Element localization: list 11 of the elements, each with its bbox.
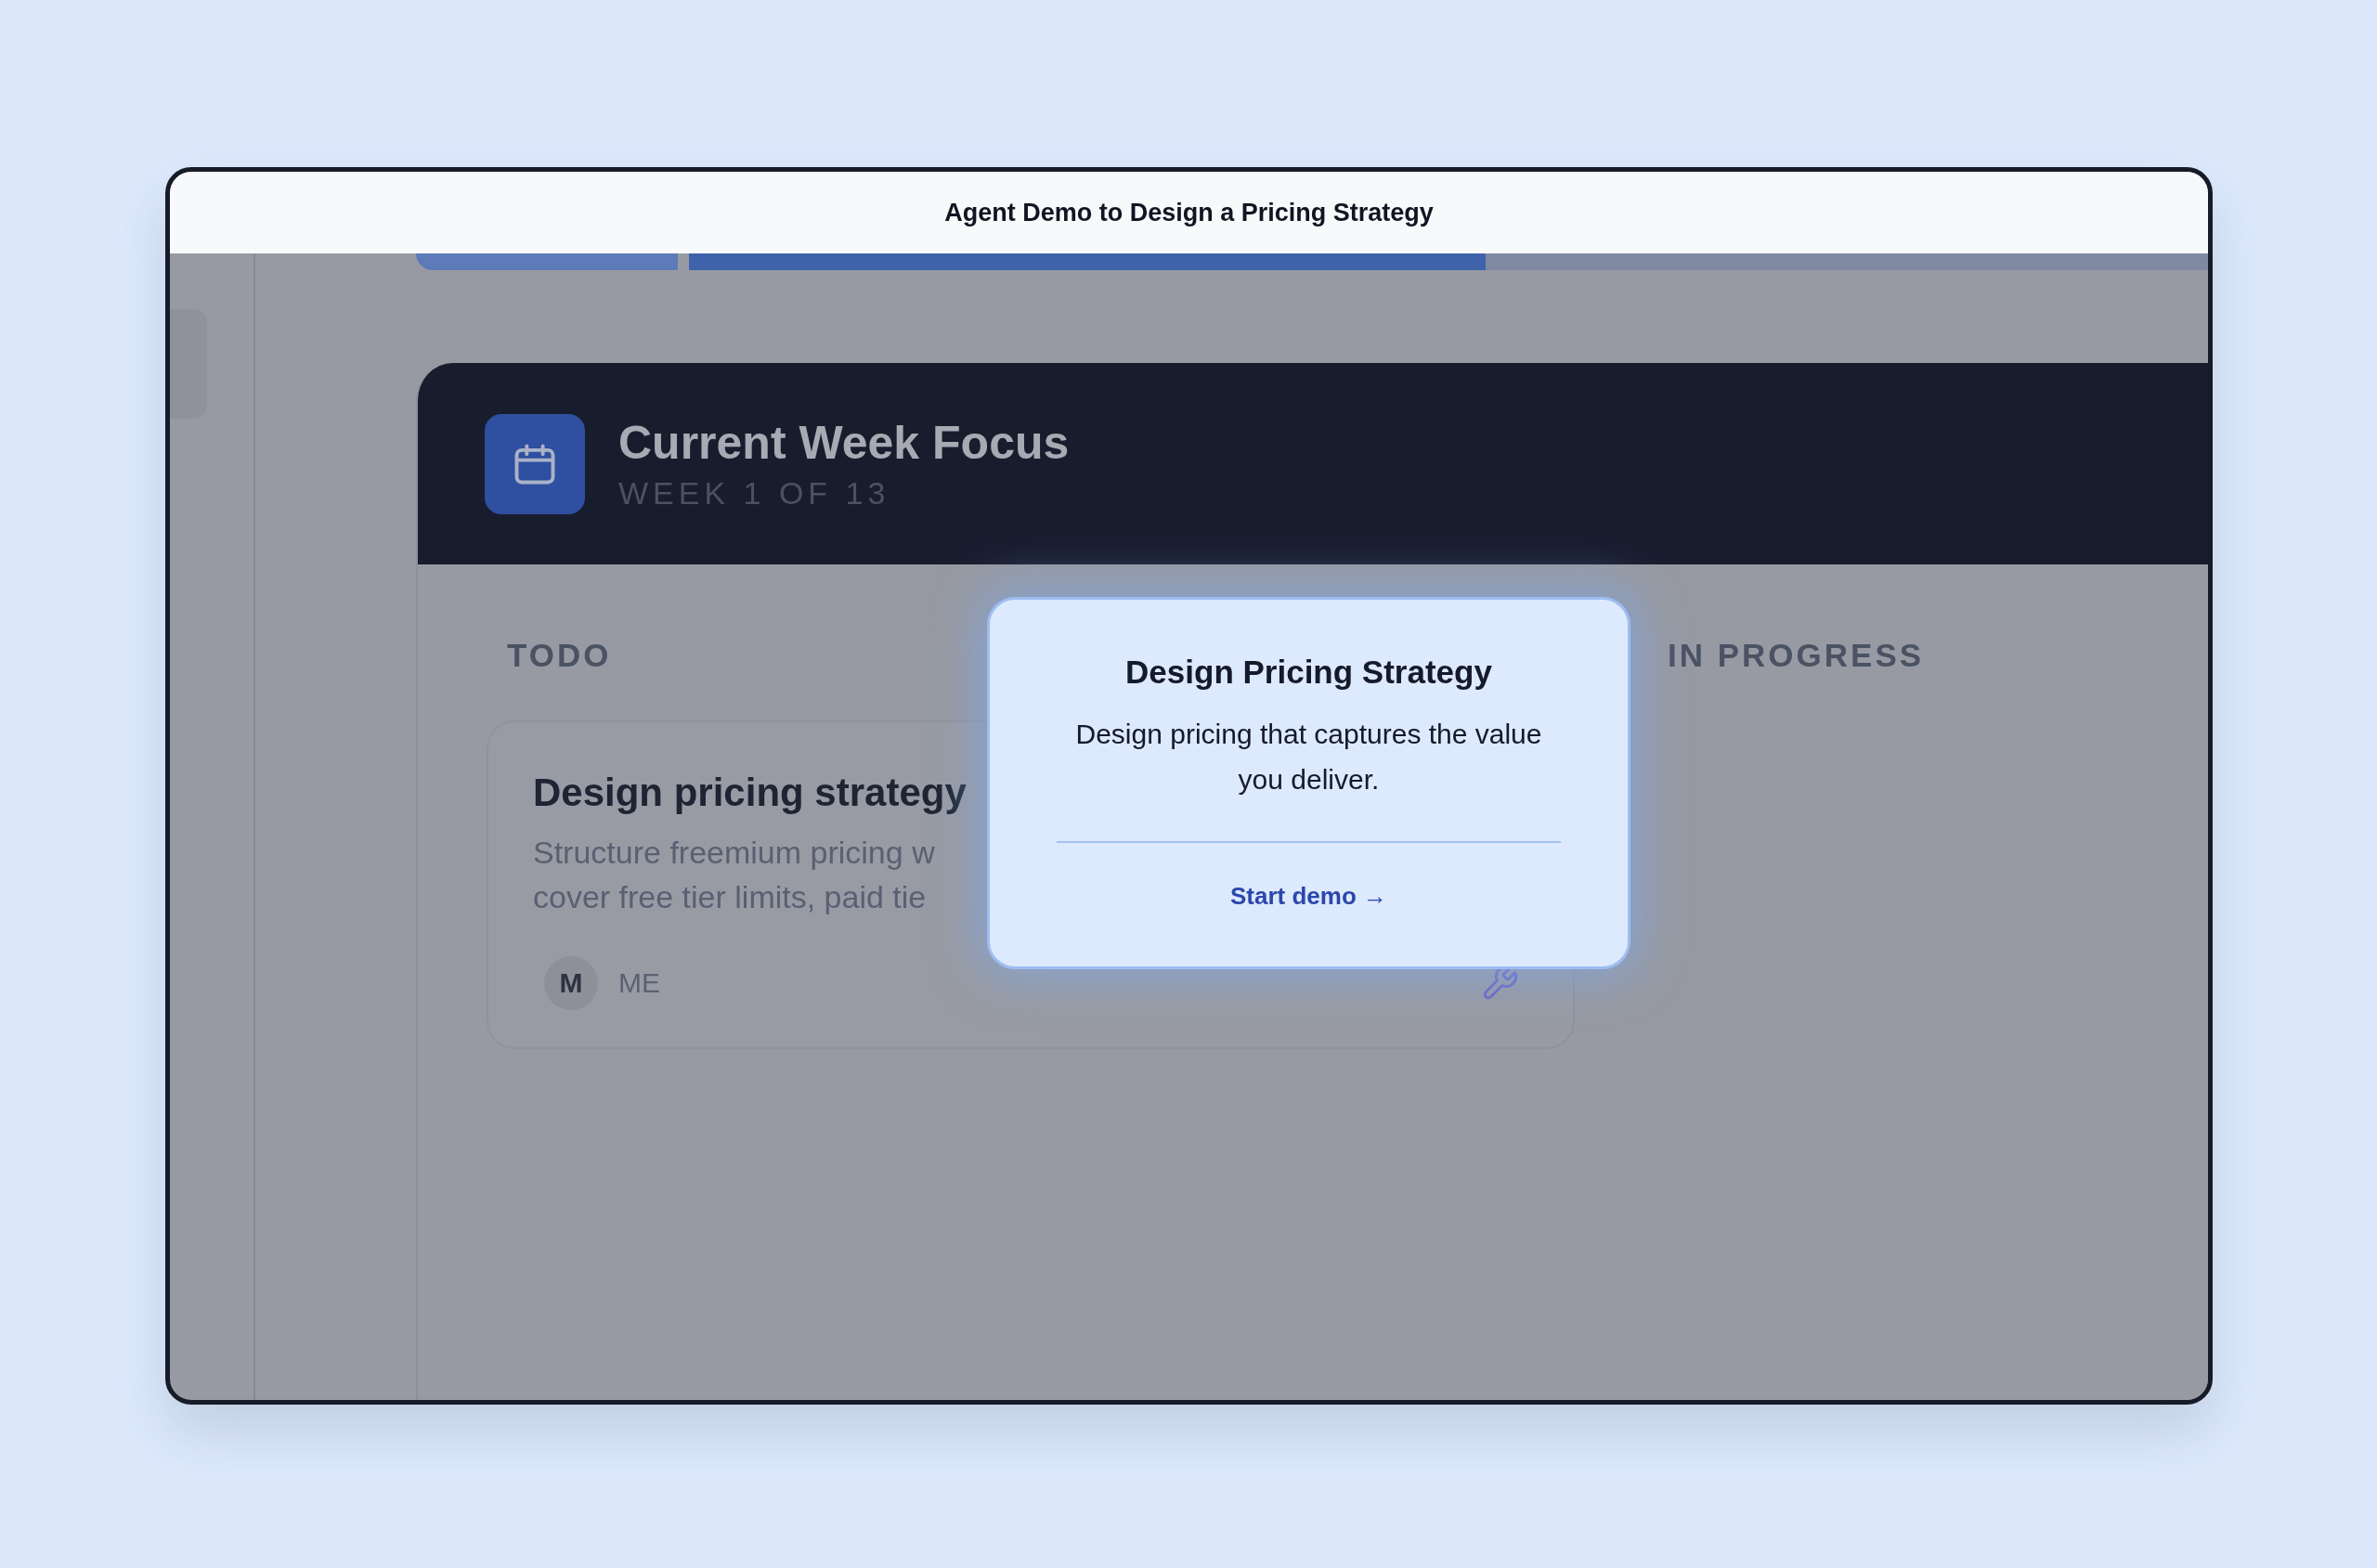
- task-description: Structure freemium pricing w: [533, 834, 935, 872]
- task-description: cover free tier limits, paid tie: [533, 878, 927, 916]
- card-title: Current Week Focus: [618, 416, 1070, 470]
- window-title: Agent Demo to Design a Pricing Strategy: [944, 198, 1434, 227]
- column-heading: TODO: [507, 637, 612, 674]
- task-title: Design pricing strategy: [533, 771, 967, 815]
- popup-description: Design pricing that captures the value you deliver.: [1074, 718, 1543, 797]
- assignee-label: ME: [618, 967, 661, 999]
- column-heading: IN PROGRESS: [1668, 637, 1925, 673]
- popup-title: Design Pricing Strategy: [1125, 654, 1492, 691]
- avatar: M: [544, 956, 598, 1010]
